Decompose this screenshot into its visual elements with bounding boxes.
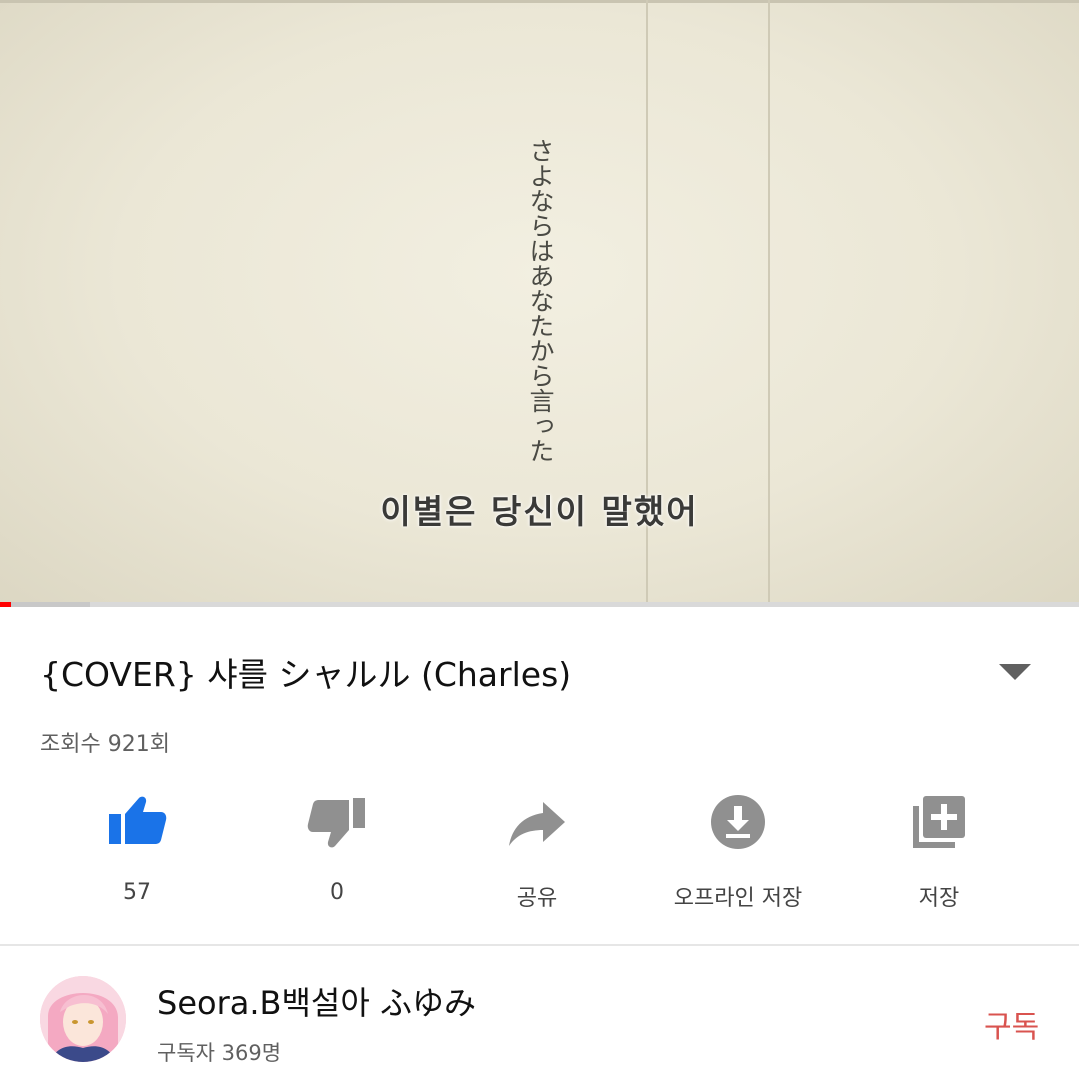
video-player[interactable]: さよならはあなたから言った 이별은 당신이 말했어 bbox=[0, 0, 1079, 606]
progress-buffered bbox=[0, 602, 90, 607]
progress-played bbox=[0, 602, 11, 607]
like-button[interactable]: 57 bbox=[37, 790, 237, 905]
thumbs-down-icon bbox=[307, 798, 365, 848]
subscriber-count: 구독자 369명 bbox=[157, 1041, 282, 1065]
like-count: 57 bbox=[123, 880, 151, 905]
video-top-edge bbox=[0, 0, 1079, 3]
avatar-image bbox=[40, 976, 126, 1062]
save-label: 저장 bbox=[918, 886, 960, 911]
channel-avatar[interactable] bbox=[40, 976, 126, 1062]
view-count: 조회수 921회 bbox=[40, 732, 170, 757]
dislike-count: 0 bbox=[330, 880, 344, 905]
offline-save-label: 오프라인 저장 bbox=[673, 886, 803, 911]
share-icon bbox=[509, 802, 565, 846]
download-icon bbox=[711, 795, 765, 849]
thumbs-up-icon bbox=[109, 796, 167, 844]
video-progress-bar[interactable] bbox=[0, 602, 1079, 607]
save-to-playlist-button[interactable]: 저장 bbox=[839, 790, 1039, 912]
share-button[interactable]: 공유 bbox=[437, 790, 637, 912]
add-to-playlist-icon bbox=[913, 796, 965, 848]
share-label: 공유 bbox=[516, 886, 558, 911]
offline-save-button[interactable]: 오프라인 저장 bbox=[638, 790, 838, 912]
dislike-button[interactable]: 0 bbox=[237, 790, 437, 905]
video-title: {COVER} 샤를 シャルル (Charles) bbox=[40, 655, 572, 694]
video-subtitle: 이별은 당신이 말했어 bbox=[380, 492, 699, 531]
divider bbox=[0, 944, 1079, 946]
channel-name[interactable]: Seora.B백설아 ふゆみ bbox=[157, 978, 476, 1024]
chevron-down-icon[interactable] bbox=[997, 660, 1033, 684]
subscribe-button[interactable]: 구독 bbox=[984, 1002, 1039, 1046]
video-overlay-text: さよならはあなたから言った bbox=[526, 138, 555, 463]
